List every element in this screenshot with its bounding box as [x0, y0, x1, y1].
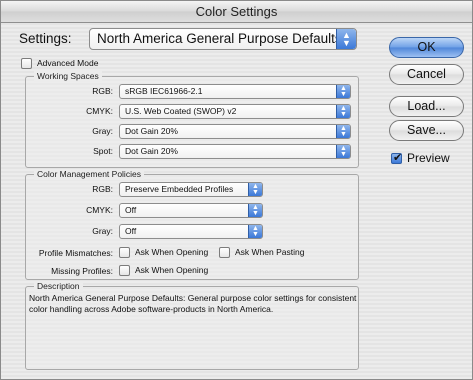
- missing-ask-when-opening-label: Ask When Opening: [135, 265, 209, 275]
- advanced-mode-checkbox[interactable]: Advanced Mode: [21, 58, 99, 70]
- popup-arrows-icon: ▲ ▼: [336, 105, 350, 118]
- ok-button[interactable]: OK: [389, 37, 464, 58]
- save-button[interactable]: Save...: [389, 120, 464, 141]
- ws-spot-popup[interactable]: Dot Gain 20% ▲ ▼: [119, 144, 351, 159]
- policy-rgb-popup[interactable]: Preserve Embedded Profiles ▲ ▼: [119, 182, 263, 197]
- popup-arrows-icon: ▲ ▼: [336, 145, 350, 158]
- advanced-mode-label: Advanced Mode: [37, 58, 99, 68]
- checkbox-icon: [119, 265, 130, 277]
- ws-spot-value: Dot Gain 20%: [125, 146, 178, 156]
- policy-gray-value: Off: [125, 226, 137, 236]
- checkbox-icon: [119, 247, 130, 259]
- description-text: North America General Purpose Defaults: …: [29, 293, 357, 314]
- policies-title: Color Management Policies: [34, 169, 144, 180]
- checkmark-icon: [391, 151, 402, 165]
- settings-popup-value: North America General Purpose Defaults: [97, 31, 342, 46]
- checkbox-icon: [21, 58, 32, 70]
- preview-label: Preview: [407, 151, 450, 165]
- policy-cmyk-value: Off: [125, 205, 137, 215]
- ws-cmyk-popup[interactable]: U.S. Web Coated (SWOP) v2 ▲ ▼: [119, 104, 351, 119]
- ws-spot-label: Spot:: [93, 146, 113, 156]
- policy-gray-popup[interactable]: Off ▲ ▼: [119, 224, 263, 239]
- ws-gray-value: Dot Gain 20%: [125, 126, 178, 136]
- window-title: Color Settings: [1, 1, 472, 23]
- policy-cmyk-popup[interactable]: Off ▲ ▼: [119, 203, 263, 218]
- cancel-button[interactable]: Cancel: [389, 64, 464, 85]
- profile-mismatches-label: Profile Mismatches:: [38, 248, 113, 258]
- checkbox-icon: [219, 247, 230, 259]
- ws-gray-label: Gray:: [92, 126, 113, 136]
- popup-arrows-icon: ▲ ▼: [336, 125, 350, 138]
- policy-rgb-label: RGB:: [92, 184, 113, 194]
- ws-rgb-popup[interactable]: sRGB IEC61966-2.1 ▲ ▼: [119, 84, 351, 99]
- ws-rgb-value: sRGB IEC61966-2.1: [125, 86, 203, 96]
- ws-cmyk-label: CMYK:: [86, 106, 113, 116]
- preview-checkbox[interactable]: Preview: [391, 151, 450, 165]
- ws-rgb-label: RGB:: [92, 86, 113, 96]
- ask-when-opening-label: Ask When Opening: [135, 247, 209, 257]
- description-title: Description: [34, 281, 83, 292]
- popup-arrows-icon: ▲ ▼: [248, 225, 262, 238]
- settings-label: Settings:: [19, 31, 72, 46]
- ask-when-opening-checkbox[interactable]: Ask When Opening: [119, 247, 209, 259]
- popup-arrows-icon: ▲ ▼: [336, 29, 356, 49]
- ws-gray-popup[interactable]: Dot Gain 20% ▲ ▼: [119, 124, 351, 139]
- ws-cmyk-value: U.S. Web Coated (SWOP) v2: [125, 106, 237, 116]
- policy-rgb-value: Preserve Embedded Profiles: [125, 184, 234, 194]
- popup-arrows-icon: ▲ ▼: [248, 204, 262, 217]
- policy-gray-label: Gray:: [92, 226, 113, 236]
- load-button[interactable]: Load...: [389, 96, 464, 117]
- color-settings-dialog: Color Settings Settings: North America G…: [0, 0, 473, 380]
- working-spaces-title: Working Spaces: [34, 71, 102, 82]
- popup-arrows-icon: ▲ ▼: [336, 85, 350, 98]
- settings-popup[interactable]: North America General Purpose Defaults ▲…: [89, 28, 357, 50]
- missing-profiles-label: Missing Profiles:: [51, 266, 113, 276]
- ask-when-pasting-checkbox[interactable]: Ask When Pasting: [219, 247, 305, 259]
- popup-arrows-icon: ▲ ▼: [248, 183, 262, 196]
- missing-ask-when-opening-checkbox[interactable]: Ask When Opening: [119, 265, 209, 277]
- ask-when-pasting-label: Ask When Pasting: [235, 247, 305, 257]
- policy-cmyk-label: CMYK:: [86, 205, 113, 215]
